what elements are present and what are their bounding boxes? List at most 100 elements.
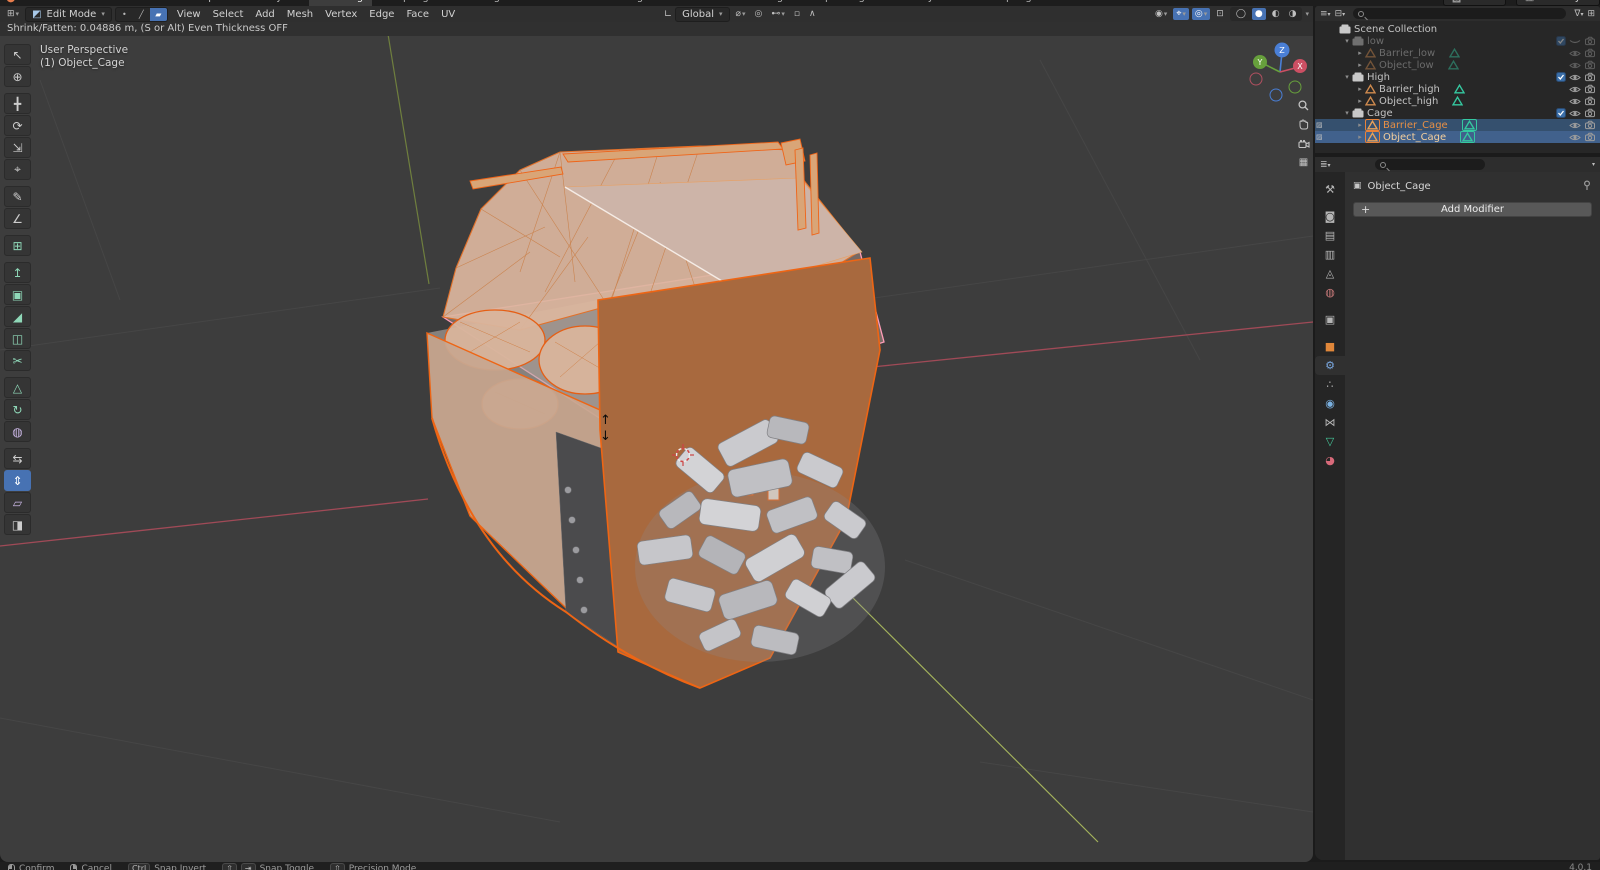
outliner-search-input[interactable] [1353,8,1567,19]
disable-render-camera-icon[interactable] [1584,72,1596,82]
disable-render-camera-icon[interactable] [1584,108,1596,118]
workspace-tab-+[interactable]: + [1042,0,1068,6]
expander-arrow[interactable]: ▸ [1355,61,1365,69]
disable-render-camera-icon[interactable] [1584,36,1596,46]
hide-viewport-eye-icon[interactable] [1569,121,1581,130]
viewport-menu-select[interactable]: Select [207,8,250,21]
shrink-fatten-tool[interactable]: ⇕ [4,470,31,491]
outliner-row-high[interactable]: ▾ High [1315,71,1600,83]
expander-arrow[interactable]: ▾ [1342,37,1352,45]
outliner-row-scene-collection[interactable]: Scene Collection [1315,23,1600,35]
rendered-shading-icon[interactable]: ◑ [1286,8,1300,20]
proportional-falloff-icon[interactable]: ⊷ ▾ [768,8,788,20]
outliner-filter-icon[interactable]: ∇▾ [1574,9,1583,19]
tab-modifiers[interactable]: ⚙ [1315,356,1345,375]
wireframe-shading-icon[interactable]: ◯ [1233,8,1249,20]
hide-viewport-eye-icon[interactable] [1569,85,1581,94]
outliner-row-object_high[interactable]: ▸ Object_high [1315,95,1600,107]
bevel-tool[interactable]: ◢ [4,306,31,327]
gizmo-x-neg[interactable] [1249,72,1263,86]
face-select[interactable]: ▰ [149,7,167,21]
expander-arrow[interactable]: ▸ [1355,85,1365,93]
xray-icon[interactable]: ⊡ [1213,8,1227,20]
gizmo-z-neg[interactable] [1269,88,1283,102]
edge-slide-tool[interactable]: ⇆ [4,448,31,469]
mesh-symmetry-icon[interactable]: ▫ [791,8,803,20]
zoom-icon[interactable] [1295,97,1312,114]
workspace-tab-animation[interactable]: Animation [653,0,722,6]
mode-dropdown[interactable]: ◩ Edit Mode ▾ [25,6,112,22]
snapping-icon[interactable]: ⌀ ▾ [733,8,749,20]
annotate-tool[interactable]: ✎ [4,186,31,207]
hide-viewport-eye-icon[interactable] [1569,49,1581,58]
tab-data[interactable]: ▽ [1315,432,1345,451]
tab-output[interactable]: ▤ [1315,226,1345,245]
viewport-menu-vertex[interactable]: Vertex [319,8,363,21]
properties-editor-icon[interactable]: ≣▾ [1320,160,1331,170]
viewport-menu-mesh[interactable]: Mesh [281,8,319,21]
outliner-display-mode-icon[interactable]: ⊟▾ [1335,9,1346,19]
spin-tool[interactable]: ↻ [4,399,31,420]
view-layer-selector[interactable]: ▥ViewLayer [1515,0,1600,6]
rotate-tool[interactable]: ⟳ [4,115,31,136]
outliner-row-barrier_low[interactable]: ▸ Barrier_low [1315,47,1600,59]
disable-render-camera-icon[interactable] [1584,60,1596,70]
rip-region-tool[interactable]: ◨ [4,514,31,535]
hide-viewport-eye-icon[interactable] [1569,109,1581,118]
workspace-tab-sculpting[interactable]: Sculpting [373,0,438,6]
show-object-types-icon[interactable]: ◉ ▾ [1152,8,1170,20]
proportional-editing-icon[interactable]: ◎ [751,8,765,20]
outliner-row-low[interactable]: ▾ low [1315,35,1600,47]
menu-help[interactable]: Help [185,0,222,6]
expander-arrow[interactable]: ▸ [1355,97,1365,105]
3d-viewport[interactable]: ↑ ↓ Shrink/Fatten: 0.04886 m, (S or Alt) … [0,22,1313,862]
outliner-row-object_cage[interactable]: ▨ ▸ Object_Cage [1315,131,1600,143]
expander-arrow[interactable]: ▸ [1355,121,1365,129]
menu-render[interactable]: Render [82,0,132,6]
new-collection-icon[interactable]: ⊞ [1587,9,1595,19]
expander-arrow[interactable]: ▸ [1355,49,1365,57]
orientation-dropdown[interactable]: Global ▾ [675,6,730,22]
hide-viewport-eye-icon[interactable] [1569,133,1581,142]
overlays-icon[interactable]: ◎ ▾ [1191,8,1211,20]
menu-window[interactable]: Window [131,0,184,6]
workspace-tab-uv-editing[interactable]: UV Editing [439,0,509,6]
smooth-tool[interactable]: ◍ [4,421,31,442]
add-modifier-button[interactable]: + Add Modifier [1353,202,1592,217]
inset-faces-tool[interactable]: ▣ [4,284,31,305]
pin-icon[interactable] [1582,179,1592,193]
tab-material[interactable]: ◕ [1315,451,1345,470]
hide-viewport-eye-icon[interactable] [1569,97,1581,106]
workspace-tab-rendering[interactable]: Rendering [723,0,792,6]
properties-options-caret[interactable]: ▾ [1592,161,1595,168]
scene-selector[interactable]: ◙Scene [1442,0,1506,6]
workspace-tab-geometry-nodes[interactable]: Geometry Nodes [875,0,977,6]
disable-render-camera-icon[interactable] [1584,120,1596,130]
outliner-row-barrier_high[interactable]: ▸ Barrier_high [1315,83,1600,95]
blender-logo-icon[interactable]: ● [6,0,16,4]
tab-particles[interactable]: ∴ [1315,375,1345,394]
move-tool[interactable]: ╋ [4,93,31,114]
cursor-tool[interactable]: ⊕ [4,66,31,87]
material-shading-icon[interactable]: ◐ [1269,8,1283,20]
workspace-tab-modeling[interactable]: Modeling [308,0,373,6]
vertex-select[interactable]: • [116,8,133,21]
disable-render-camera-icon[interactable] [1584,132,1596,142]
editor-type-button[interactable]: ⊞ ▾ [4,8,22,20]
tab-render[interactable]: ◙ [1315,207,1345,226]
extrude-region-tool[interactable]: ↥ [4,262,31,283]
workspace-tab-shading[interactable]: Shading [593,0,652,6]
workspace-tab-compositing[interactable]: Compositing [793,0,874,6]
viewport-menu-add[interactable]: Add [249,8,280,21]
disable-render-camera-icon[interactable] [1584,84,1596,94]
hide-viewport-eye-icon[interactable] [1569,73,1581,82]
add-cube-tool[interactable]: ⊞ [4,235,31,256]
tab-object[interactable]: ■ [1315,337,1345,356]
scale-tool[interactable]: ⇲ [4,137,31,158]
measure-tool[interactable]: ∠ [4,208,31,229]
properties-search-input[interactable] [1374,159,1485,170]
outliner-editor-icon[interactable]: ≡▾ [1320,9,1331,19]
transform-tool[interactable]: ⌖ [4,159,31,180]
hide-viewport-eye-icon[interactable] [1569,61,1581,70]
falloff-curve-icon[interactable]: ∧ [806,8,819,20]
